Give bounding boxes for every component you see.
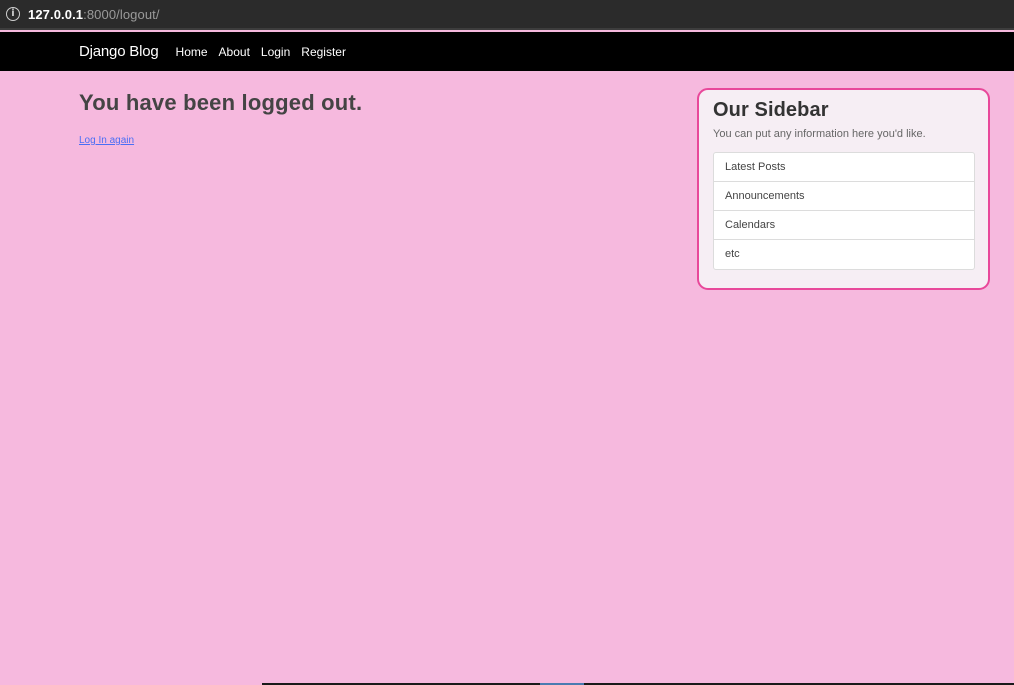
sidebar-item-latest-posts[interactable]: Latest Posts <box>714 153 974 182</box>
sidebar-title: Our Sidebar <box>713 99 829 121</box>
sidebar: Our Sidebar You can put any information … <box>697 88 990 290</box>
log-in-again-link[interactable]: Log In again <box>79 135 134 146</box>
url-host: 127.0.0.1 <box>28 6 84 22</box>
sidebar-description: You can put any information here you'd l… <box>713 128 926 140</box>
page-title: You have been logged out. <box>79 90 363 115</box>
sidebar-item-etc[interactable]: etc <box>714 240 974 269</box>
info-icon[interactable]: i <box>6 7 20 21</box>
sidebar-item-announcements[interactable]: Announcements <box>714 182 974 211</box>
nav-link-about[interactable]: About <box>219 45 250 59</box>
nav-links: Home About Login Register <box>176 45 357 59</box>
browser-address-bar: i 127.0.0.1:8000/logout/ <box>0 0 1014 30</box>
url-path: :8000/logout/ <box>83 6 160 22</box>
url-field[interactable]: 127.0.0.1:8000/logout/ <box>28 7 160 22</box>
nav-link-home[interactable]: Home <box>176 45 208 59</box>
nav-link-register[interactable]: Register <box>301 45 346 59</box>
brand-link[interactable]: Django Blog <box>79 43 159 60</box>
sidebar-list: Latest Posts Announcements Calendars etc <box>713 152 975 270</box>
nav-link-login[interactable]: Login <box>261 45 290 59</box>
sidebar-item-calendars[interactable]: Calendars <box>714 211 974 240</box>
site-navbar: Django Blog Home About Login Register <box>0 32 1014 71</box>
